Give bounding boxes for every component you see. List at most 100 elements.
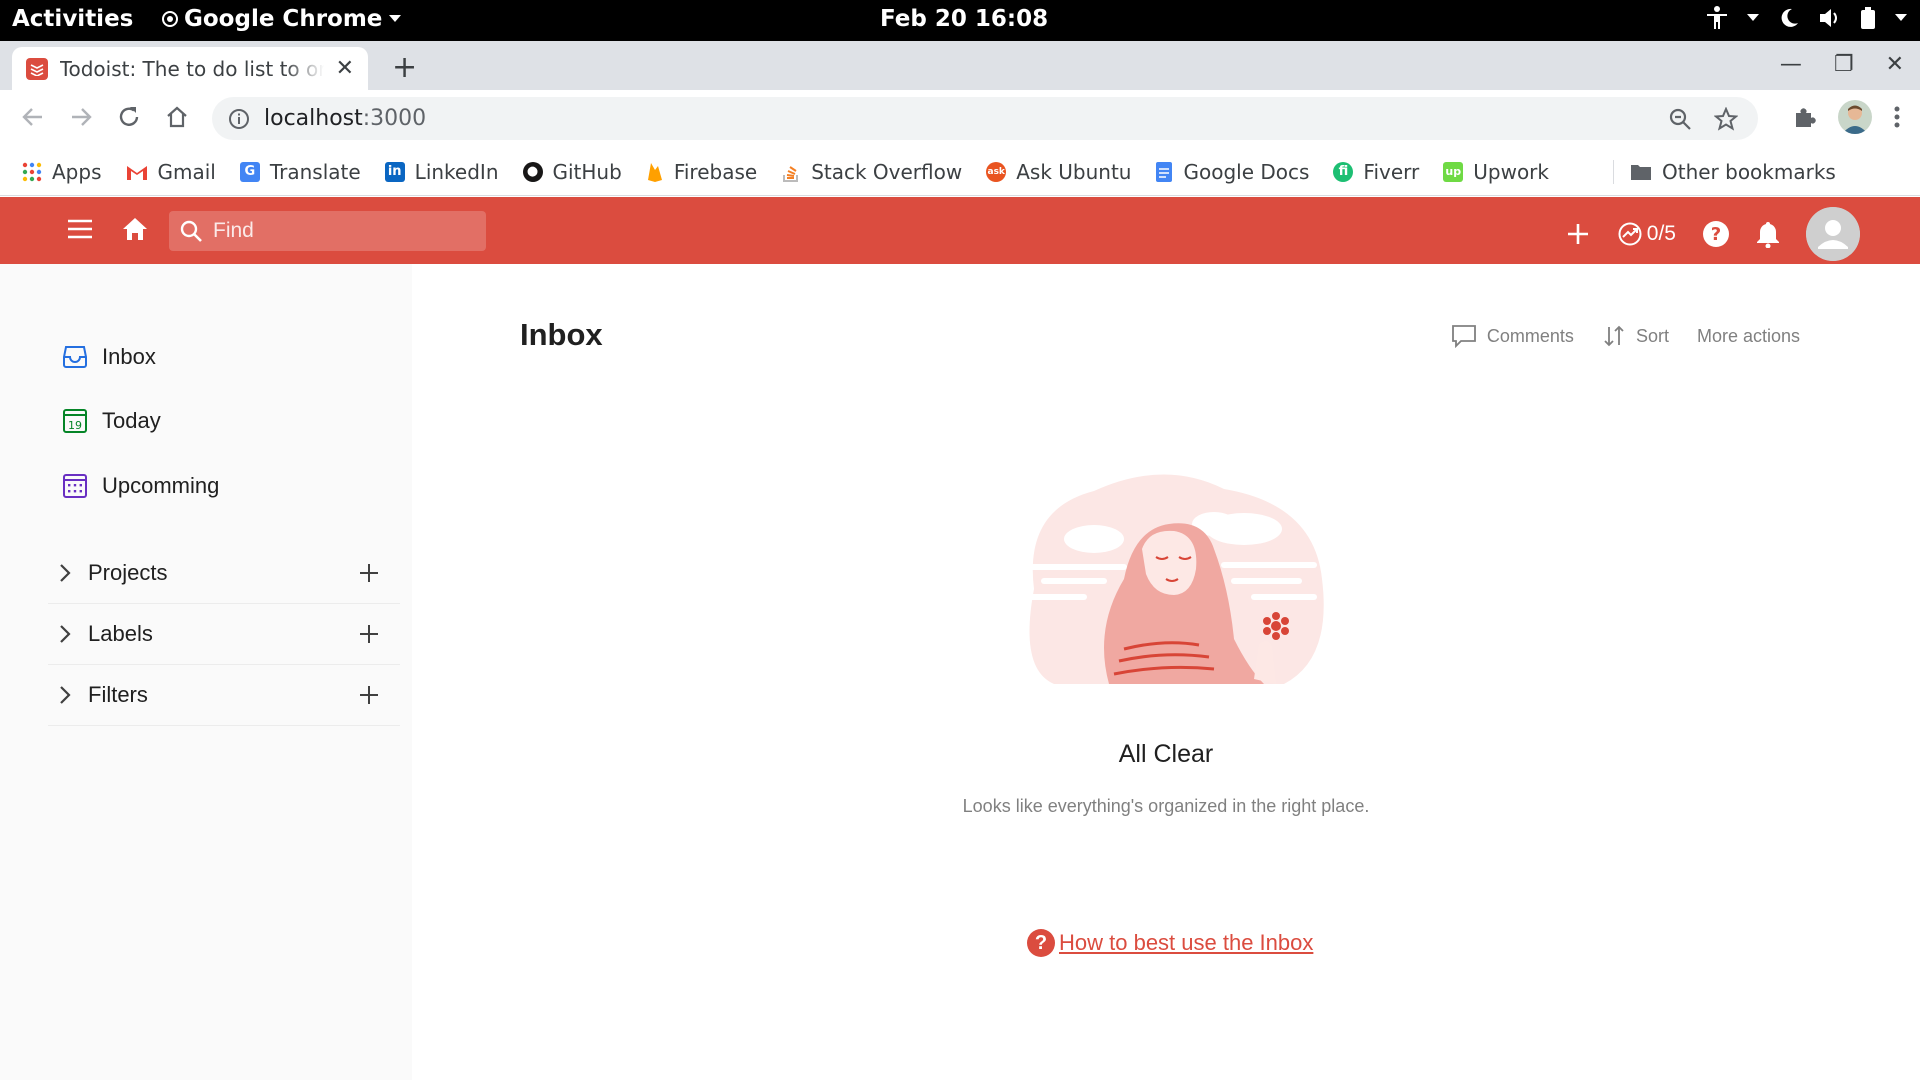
sidebar-section-labels[interactable]: Labels (48, 604, 400, 665)
system-top-bar: Activities Google Chrome Feb 20 16:08 (0, 0, 1920, 41)
bookmark-linkedin[interactable]: in LinkedIn (384, 159, 499, 184)
new-tab-button[interactable]: + (392, 50, 417, 85)
add-label-icon[interactable] (358, 623, 380, 645)
more-actions-label: More actions (1696, 325, 1800, 346)
restore-icon[interactable]: ❐ (1834, 52, 1854, 77)
comments-button[interactable]: Comments (1451, 324, 1574, 348)
forward-icon[interactable] (68, 104, 94, 134)
bookmark-gmail[interactable]: Gmail (126, 160, 216, 184)
calendar-upcoming-icon (63, 474, 87, 498)
sort-icon (1604, 325, 1624, 347)
firebase-icon (647, 162, 662, 182)
more-actions-button[interactable]: More actions (1697, 326, 1800, 347)
address-bar[interactable]: localhost:3000 (212, 97, 1758, 140)
chevron-right-icon[interactable] (58, 563, 72, 583)
bookmark-label: Fiverr (1363, 159, 1420, 184)
activities-button[interactable]: Activities (12, 6, 133, 32)
add-filter-icon[interactable] (358, 684, 380, 706)
bookmark-label: LinkedIn (414, 159, 499, 184)
bookmark-label: Ask Ubuntu (1016, 159, 1132, 184)
add-task-icon[interactable] (1565, 221, 1591, 247)
minimize-icon[interactable]: — (1780, 52, 1802, 77)
tab-close-icon[interactable]: ✕ (336, 56, 354, 81)
bookmark-google-docs[interactable]: Google Docs (1155, 160, 1309, 184)
bookmark-firebase[interactable]: Firebase (646, 160, 757, 184)
bookmark-label: Gmail (157, 159, 216, 184)
bookmark-apps[interactable]: Apps (22, 160, 102, 184)
menu-icon[interactable] (66, 217, 94, 245)
browser-toolbar: localhost:3000 (0, 90, 1920, 148)
apps-grid-icon (22, 162, 42, 181)
search-box[interactable] (169, 211, 486, 251)
bookmark-translate[interactable]: G Translate (239, 159, 361, 184)
clock[interactable]: Feb 20 16:08 (880, 6, 1048, 32)
url-text: localhost:3000 (264, 106, 427, 131)
tab-strip: Todoist: The to do list to organize work… (0, 41, 1920, 90)
inbox-icon (63, 346, 87, 368)
main-content: Inbox Comments Sort More actions All Cle… (412, 264, 1920, 1080)
chevron-down-icon (1747, 14, 1759, 21)
zoom-icon[interactable] (1668, 107, 1692, 131)
omnibox-actions (1668, 107, 1738, 131)
bookmarks-divider (1612, 159, 1614, 184)
bookmark-askubuntu[interactable]: ask Ask Ubuntu (986, 160, 1131, 184)
svg-text:?: ? (1711, 224, 1721, 245)
user-avatar[interactable] (1806, 207, 1860, 261)
bookmark-label: Translate (269, 159, 361, 184)
comments-label: Comments (1486, 325, 1574, 346)
section-label: Labels (88, 621, 153, 646)
bookmark-stackoverflow[interactable]: Stack Overflow (781, 160, 962, 184)
more-vert-icon[interactable] (1892, 104, 1902, 130)
bookmark-label: GitHub (552, 159, 622, 184)
add-project-icon[interactable] (358, 562, 380, 584)
askubuntu-icon: ask (986, 161, 1007, 182)
toolbar-right (1792, 100, 1902, 134)
info-icon[interactable] (228, 108, 250, 130)
left-sidebar: Inbox 19 Today Upcomming Projects Labels… (0, 264, 412, 1080)
fiverr-icon: fi (1333, 161, 1354, 182)
bookmark-upwork[interactable]: up Upwork (1443, 160, 1549, 184)
section-label: Filters (88, 682, 148, 707)
app-menu[interactable]: Google Chrome (162, 6, 402, 32)
bookmark-label: Apps (52, 159, 102, 184)
chevron-down-icon (1895, 14, 1907, 21)
stackoverflow-icon (783, 165, 799, 182)
bookmark-label: Upwork (1473, 159, 1549, 184)
chevron-right-icon[interactable] (58, 685, 72, 705)
bookmark-fiverr[interactable]: fi Fiverr (1333, 160, 1419, 184)
back-icon[interactable] (20, 104, 46, 134)
translate-icon: G (239, 161, 260, 182)
folder-icon (1630, 164, 1651, 180)
chevron-right-icon[interactable] (58, 624, 72, 644)
home-icon[interactable] (164, 104, 190, 134)
browser-tab[interactable]: Todoist: The to do list to organize work… (12, 47, 368, 90)
sidebar-section-projects[interactable]: Projects (48, 543, 400, 604)
sidebar-item-today[interactable]: 19 Today (62, 408, 161, 434)
search-icon (180, 220, 202, 242)
view-actions: Comments Sort More actions (1451, 324, 1800, 348)
productivity-button[interactable]: 0/5 (1617, 221, 1676, 247)
reload-icon[interactable] (116, 104, 142, 134)
home-icon[interactable] (121, 215, 149, 247)
help-circle-icon: ? (1027, 929, 1055, 957)
tab-title: Todoist: The to do list to organize work… (59, 56, 324, 81)
notifications-icon[interactable] (1756, 220, 1780, 248)
sidebar-item-inbox[interactable]: Inbox (62, 344, 156, 370)
sidebar-item-upcoming[interactable]: Upcomming (62, 473, 219, 499)
help-link[interactable]: ? How to best use the Inbox (1027, 929, 1313, 957)
extensions-icon[interactable] (1792, 104, 1818, 130)
help-link-text: How to best use the Inbox (1059, 930, 1314, 955)
help-icon[interactable]: ? (1702, 220, 1730, 248)
bookmark-star-icon[interactable] (1714, 107, 1738, 131)
chrome-icon (162, 11, 178, 27)
sort-button[interactable]: Sort (1602, 324, 1669, 348)
chevron-down-icon (389, 15, 402, 22)
sidebar-section-filters[interactable]: Filters (48, 665, 400, 726)
other-bookmarks[interactable]: Other bookmarks (1630, 160, 1836, 184)
system-tray[interactable] (1706, 6, 1908, 30)
search-input[interactable] (213, 219, 473, 243)
bookmark-label: Firebase (673, 159, 758, 184)
close-window-icon[interactable]: ✕ (1886, 52, 1904, 77)
bookmark-github[interactable]: ● GitHub (522, 159, 622, 184)
profile-avatar[interactable] (1838, 100, 1872, 134)
